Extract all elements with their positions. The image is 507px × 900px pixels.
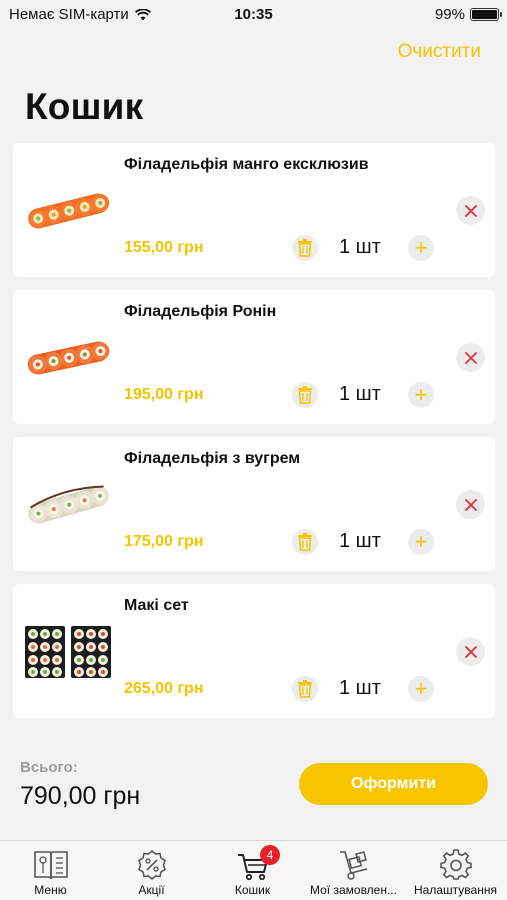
item-name: Філадельфія з вугрем: [124, 450, 301, 467]
tab-label: Меню: [34, 883, 67, 897]
increase-quantity-button[interactable]: +: [408, 529, 434, 555]
tab-menu[interactable]: Меню: [0, 841, 101, 900]
increase-quantity-button[interactable]: +: [408, 382, 434, 408]
remove-item-button[interactable]: [456, 490, 485, 519]
tab-promotions[interactable]: Акції: [101, 841, 202, 900]
trash-button[interactable]: [292, 382, 318, 408]
status-battery: 99%: [434, 6, 502, 23]
product-image: [28, 485, 109, 524]
plus-icon: +: [414, 382, 428, 407]
cart-item: Філадельфія манго ексклюзив 155,00 грн 1…: [13, 143, 495, 277]
item-name: Філадельфія манго ексклюзив: [124, 156, 369, 173]
close-icon: [464, 204, 477, 217]
cart-list: Філадельфія манго ексклюзив 155,00 грн 1…: [13, 143, 495, 731]
item-name: Макі сет: [124, 597, 189, 614]
plus-icon: +: [414, 676, 428, 701]
tab-icon-wrap: [0, 849, 101, 881]
item-price: 195,00 грн: [124, 386, 204, 403]
product-image: [28, 193, 110, 229]
item-price: 175,00 грн: [124, 533, 204, 550]
tab-label: Мої замовлен...: [310, 883, 397, 897]
battery-percent: 99%: [434, 6, 465, 23]
increase-quantity-button[interactable]: +: [408, 676, 434, 702]
tab-label: Акції: [138, 883, 165, 897]
clear-cart-button[interactable]: Очистити: [398, 41, 481, 63]
product-image: [25, 626, 111, 678]
remove-item-button[interactable]: [456, 637, 485, 666]
tab-cart[interactable]: 4 Кошик: [202, 841, 303, 900]
close-icon: [464, 498, 477, 511]
increase-quantity-button[interactable]: +: [408, 235, 434, 261]
battery-icon: [470, 8, 502, 21]
remove-item-button[interactable]: [456, 196, 485, 225]
close-icon: [464, 351, 477, 364]
page-title: Кошик: [25, 86, 144, 127]
close-icon: [464, 645, 477, 658]
plus-icon: +: [414, 529, 428, 554]
trash-button[interactable]: [292, 235, 318, 261]
total-value: 790,00 грн: [20, 782, 141, 810]
tab-settings[interactable]: Налаштування: [404, 841, 507, 900]
tab-label: Кошик: [234, 883, 271, 897]
trash-icon: [298, 239, 312, 257]
remove-item-button[interactable]: [456, 343, 485, 372]
trash-button[interactable]: [292, 529, 318, 555]
total-label: Всього:: [20, 759, 78, 776]
tab-bar: Меню Акції 4 Кошик Мої замовлен... Налаш…: [0, 840, 507, 900]
cart-count-badge: 4: [260, 845, 280, 865]
status-time: 10:35: [234, 6, 273, 23]
menu-book-icon: [33, 851, 68, 880]
checkout-button[interactable]: Оформити: [299, 763, 488, 805]
gear-icon: [439, 849, 472, 880]
tab-icon-wrap: [202, 849, 303, 881]
item-name: Філадельфія Ронін: [124, 303, 277, 320]
tab-my-orders[interactable]: Мої замовлен...: [303, 841, 404, 900]
cart-item: Філадельфія з вугрем 175,00 грн 1 шт +: [13, 437, 495, 571]
item-quantity: 1 шт: [339, 383, 381, 405]
battery-level: [472, 10, 497, 19]
trash-button[interactable]: [292, 676, 318, 702]
trash-icon: [298, 680, 312, 698]
tab-label: Налаштування: [414, 883, 497, 897]
item-price: 155,00 грн: [124, 239, 204, 256]
item-quantity: 1 шт: [339, 530, 381, 552]
trash-icon: [298, 386, 312, 404]
product-image: [27, 341, 110, 375]
item-quantity: 1 шт: [339, 236, 381, 258]
item-quantity: 1 шт: [339, 677, 381, 699]
tab-icon-wrap: [404, 849, 507, 881]
item-price: 265,00 грн: [124, 680, 204, 697]
hand-truck-icon: [339, 851, 367, 880]
discount-badge-icon: [137, 849, 166, 881]
tab-icon-wrap: [101, 849, 202, 881]
trash-icon: [298, 533, 312, 551]
plus-icon: +: [414, 235, 428, 260]
cart-item: Філадельфія Ронін 195,00 грн 1 шт +: [13, 290, 495, 424]
cart-item: Макі сет 265,00 грн 1 шт +: [13, 584, 495, 718]
tab-icon-wrap: [303, 849, 404, 881]
status-bar: Немає SIM-карти 10:35 99%: [0, 0, 507, 30]
